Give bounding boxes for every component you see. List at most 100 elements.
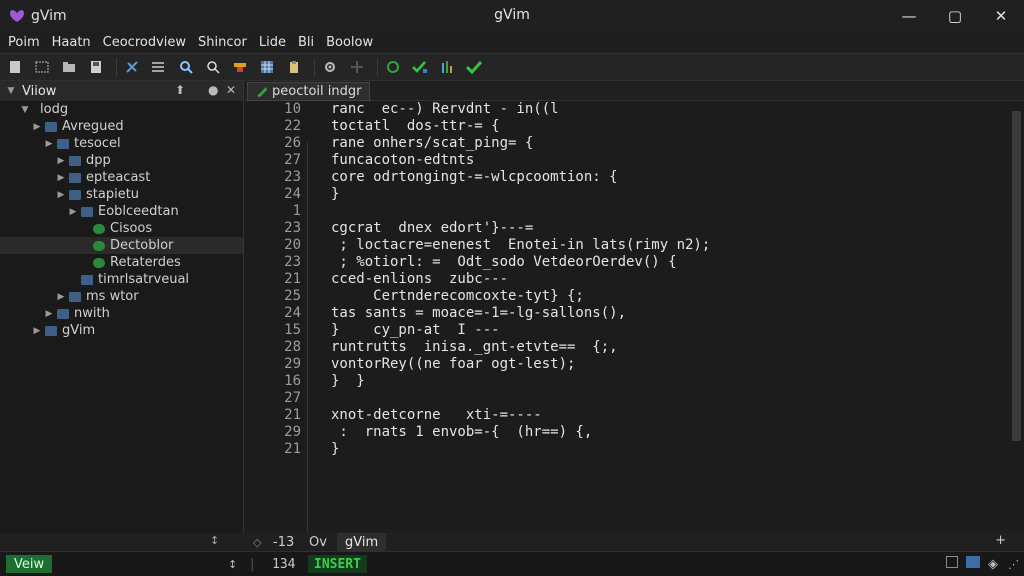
- maximize-button[interactable]: ▢: [932, 0, 978, 32]
- code-line[interactable]: } cy_pn-at I ---: [331, 322, 1009, 339]
- code-line[interactable]: [331, 390, 1009, 407]
- menu-item-poim[interactable]: Poim: [8, 35, 40, 50]
- close-panel-icon[interactable]: ✕: [226, 83, 236, 97]
- dim-button[interactable]: [346, 56, 368, 78]
- refresh-button[interactable]: [382, 56, 404, 78]
- code-line[interactable]: cced-enlions zubc---: [331, 271, 1009, 288]
- menu-item-lide[interactable]: Lide: [259, 35, 286, 50]
- tree-item[interactable]: ▶ tesocel: [0, 135, 243, 152]
- pin-icon[interactable]: ⬆: [175, 83, 185, 97]
- code-line[interactable]: toctatl dos-ttr-= {: [331, 118, 1009, 135]
- code-line[interactable]: ; loctacre=enenest Enotei-in lats(rimy n…: [331, 237, 1009, 254]
- buffer-tab[interactable]: gVim: [337, 533, 387, 551]
- tree-item[interactable]: Cisoos: [0, 220, 243, 237]
- tree-item[interactable]: ▼ lodg: [0, 101, 243, 118]
- settings-button[interactable]: [319, 56, 341, 78]
- zoom-icon: [180, 61, 193, 74]
- monitor-icon[interactable]: [966, 556, 980, 568]
- tree-item[interactable]: ▶ Eoblceedtan: [0, 203, 243, 220]
- tree-item[interactable]: timrlsatrveual: [0, 271, 243, 288]
- confirm-button[interactable]: [463, 56, 485, 78]
- zoom-button[interactable]: [175, 56, 197, 78]
- view-button[interactable]: Veiw: [6, 555, 53, 573]
- bars-icon: [442, 61, 452, 73]
- code-line[interactable]: }: [331, 186, 1009, 203]
- scrollbar-thumb[interactable]: [1012, 111, 1021, 441]
- code-line[interactable]: tas sants = moace=-1=-lg-sallons(),: [331, 305, 1009, 322]
- doc-icon[interactable]: [946, 556, 958, 568]
- select-button[interactable]: [31, 56, 53, 78]
- bars-button[interactable]: [436, 56, 458, 78]
- find-button[interactable]: [202, 56, 224, 78]
- code-line[interactable]: } }: [331, 373, 1009, 390]
- code-line[interactable]: core odrtongingt-=-wlcpcoomtion: {: [331, 169, 1009, 186]
- dim-icon: [351, 61, 363, 73]
- minimize-button[interactable]: —: [886, 0, 932, 32]
- new-file-button[interactable]: [4, 56, 26, 78]
- tab-active-buffer[interactable]: peoctoil indgr: [247, 82, 371, 101]
- add-tab-icon[interactable]: +: [995, 533, 1006, 548]
- open-button[interactable]: [58, 56, 80, 78]
- code-line[interactable]: ; %otiorl: = Odt_sodo VetdeorOerdev() {: [331, 254, 1009, 271]
- code-line[interactable]: runtrutts inisa._gnt-etvte== {;,: [331, 339, 1009, 356]
- tree-item-label: gVim: [62, 323, 96, 338]
- collapsed-arrow-icon[interactable]: ▶: [44, 139, 54, 149]
- save-button[interactable]: [85, 56, 107, 78]
- collapsed-arrow-icon[interactable]: ▶: [56, 190, 66, 200]
- code-line[interactable]: funcacoton-edtnts: [331, 152, 1009, 169]
- tree-item[interactable]: ▶ Avregued: [0, 118, 243, 135]
- collapsed-arrow-icon[interactable]: ▶: [56, 173, 66, 183]
- scroll-arrows-icon[interactable]: ↕: [228, 558, 237, 571]
- menu-item-bli[interactable]: Bli: [298, 35, 314, 50]
- code-line[interactable]: xnot-detcorne xti-=----: [331, 407, 1009, 424]
- menu-item-boolow[interactable]: Boolow: [326, 35, 373, 50]
- gear-icon: [325, 62, 335, 72]
- line-number: 27: [284, 152, 301, 168]
- cut-button[interactable]: [121, 56, 143, 78]
- code-editor[interactable]: 10 22 26 27 23 24 1 23 20 23 21 25 24 15 28 29 16 27 21 29 2…: [245, 101, 1009, 541]
- collapsed-arrow-icon[interactable]: ▶: [56, 156, 66, 166]
- menu-item-ceocrodview[interactable]: Ceocrodview: [103, 35, 186, 50]
- menu-item-haatn[interactable]: Haatn: [52, 35, 91, 50]
- tree-item[interactable]: ▶ nwith: [0, 305, 243, 322]
- shield-icon[interactable]: ◈: [988, 557, 998, 572]
- tree-item[interactable]: Retaterdes: [0, 254, 243, 271]
- collapsed-arrow-icon[interactable]: ▶: [68, 207, 78, 217]
- expanded-arrow-icon[interactable]: ▼: [20, 105, 30, 115]
- close-button[interactable]: ✕: [978, 0, 1024, 32]
- resize-grip-icon[interactable]: ⋰: [1008, 558, 1019, 571]
- scroll-arrows-icon[interactable]: ↕: [210, 534, 219, 547]
- menu-item-shincor[interactable]: Shincor: [198, 35, 247, 50]
- flag-button[interactable]: [229, 56, 251, 78]
- tree-item[interactable]: ▶ dpp: [0, 152, 243, 169]
- tree-item[interactable]: ▶ ms wtor: [0, 288, 243, 305]
- code-line[interactable]: ranc ec--) Rervdnt - in((l: [331, 101, 1009, 118]
- tree-item[interactable]: ▶ gVim: [0, 322, 243, 339]
- code-text[interactable]: ranc ec--) Rervdnt - in((l toctatl dos-tt…: [331, 101, 1009, 458]
- code-line[interactable]: cgcrat dnex edort'}---=: [331, 220, 1009, 237]
- fold-icon[interactable]: ◇: [253, 536, 261, 549]
- code-line[interactable]: : rnats 1 envob=-{ (hr==) {,: [331, 424, 1009, 441]
- code-line[interactable]: vontorRey((ne foar ogt-lest);: [331, 356, 1009, 373]
- code-line[interactable]: Certnderecomcoxte-tyt} {;: [331, 288, 1009, 305]
- vim-file-icon: [257, 86, 267, 97]
- code-line[interactable]: rane onhers/scat_ping= {: [331, 135, 1009, 152]
- line-number: 16: [284, 373, 301, 389]
- collapsed-arrow-icon[interactable]: ▶: [44, 309, 54, 319]
- tree-item[interactable]: ▶ epteacast: [0, 169, 243, 186]
- tree-item[interactable]: Dectoblor: [0, 237, 243, 254]
- code-line[interactable]: [331, 203, 1009, 220]
- run-button[interactable]: [409, 56, 431, 78]
- clipboard-button[interactable]: [283, 56, 305, 78]
- collapsed-arrow-icon[interactable]: ▶: [32, 326, 42, 336]
- collapse-arrow-icon[interactable]: ▼: [6, 86, 16, 96]
- code-line[interactable]: }: [331, 441, 1009, 458]
- collapsed-arrow-icon[interactable]: ▶: [32, 122, 42, 132]
- list-button[interactable]: [148, 56, 170, 78]
- title-bar: gVim gVim — ▢ ✕: [0, 0, 1024, 32]
- collapsed-arrow-icon[interactable]: ▶: [56, 292, 66, 302]
- tree-item[interactable]: ▶ stapietu: [0, 186, 243, 203]
- grid-button[interactable]: [256, 56, 278, 78]
- editor-scrollbar[interactable]: [1009, 101, 1024, 529]
- lock-icon[interactable]: ●: [208, 83, 218, 97]
